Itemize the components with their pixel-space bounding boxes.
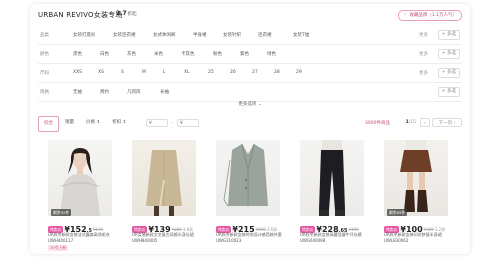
price-line: 特卖价 ¥100¥3093.2折 xyxy=(384,219,456,234)
filter-multi-select-button[interactable]: + 多选 xyxy=(437,49,460,59)
heart-icon: ♡ xyxy=(403,13,408,18)
filter-option[interactable]: 25 xyxy=(208,70,214,75)
filter-label: 品类 xyxy=(40,33,49,38)
stock-badge: 剩余92件 xyxy=(51,209,72,216)
filter-option[interactable]: XXS xyxy=(73,70,82,75)
filter-option[interactable]: 长袖 xyxy=(160,89,169,95)
product-image[interactable] xyxy=(48,140,112,216)
favorite-brand-label: 收藏品牌（1.1万人气） xyxy=(409,13,457,18)
price-line: 特卖价 ¥152.5¥179 xyxy=(48,219,120,234)
brand-sale-panel: URBAN REVIVO女装专场 2.7折起 ♡ 收藏品牌（1.1万人气） 品类 … xyxy=(30,4,470,254)
filter-option[interactable]: 27 xyxy=(252,70,258,75)
filter-option[interactable]: 女装连衣裙 xyxy=(113,32,136,38)
brand-header: URBAN REVIVO女装专场 2.7折起 ♡ 收藏品牌（1.1万人气） xyxy=(38,10,462,24)
discount-unit: 折起 xyxy=(127,12,137,17)
price-line: 特卖价 ¥139¥2894.8折 xyxy=(132,219,204,234)
filter-option[interactable]: 灰色 xyxy=(127,51,136,57)
filter-option[interactable]: 简约 xyxy=(100,89,109,95)
filter-option[interactable]: L xyxy=(163,70,166,75)
product-title[interactable]: UR秋冬新款女装法式露肩高领毛衣UWH440117 xyxy=(48,232,114,243)
filter-label: 风格 xyxy=(40,90,49,95)
brand-title: URBAN REVIVO女装专场 xyxy=(38,11,123,19)
discount-badge: 2.7折起 xyxy=(116,10,137,17)
sort-tabs: 综合 销量 价格 ↕ 折扣 ↕ xyxy=(38,116,132,132)
filter-option[interactable]: 女式休闲裤 xyxy=(153,32,176,38)
filter-option[interactable]: 女装针织 xyxy=(223,32,241,38)
page-total: /15 xyxy=(408,120,416,125)
filter-option[interactable]: M xyxy=(142,70,146,75)
product-image[interactable] xyxy=(300,140,364,216)
result-count: 3000件商品 xyxy=(365,121,390,126)
product-title[interactable]: UR秋冬新款女装时尚设计感西装外套UWG310023 xyxy=(216,232,282,243)
product-title[interactable]: UR女装新款文艺复古风格半身长裙UWH840005 xyxy=(132,232,198,243)
product-title[interactable]: UR秋冬新款女装印花拼接半身裙UWL830062 xyxy=(384,232,450,243)
product-image[interactable] xyxy=(216,140,280,216)
filter-label: 颜色 xyxy=(40,52,49,57)
filter-row-size: 尺码 XXS XS S M L XL 25 26 27 28 29 更多 + 多… xyxy=(38,64,462,83)
price-range-separator: - xyxy=(171,121,173,126)
filter-option[interactable]: 绿色 xyxy=(267,51,276,57)
filter-option[interactable]: 紫色 xyxy=(240,51,249,57)
filter-option[interactable]: S xyxy=(121,70,124,75)
filter-option[interactable]: 女装打底衫 xyxy=(73,32,96,38)
filter-multi-select-button[interactable]: + 多选 xyxy=(437,30,460,40)
filter-multi-select-button[interactable]: + 多选 xyxy=(437,87,460,97)
more-options-toggle[interactable]: 更多选项 ⌄ xyxy=(30,101,470,107)
filter-option[interactable]: 黑色 xyxy=(73,51,82,57)
discount-value: 2.7 xyxy=(116,10,127,17)
filter-option[interactable]: 女装T恤 xyxy=(293,32,309,38)
filter-row-style: 风格 无袖 简约 几何风 长袖 + 多选 xyxy=(38,83,462,102)
filter-more-button[interactable]: 更多 xyxy=(419,51,428,57)
sort-bar: 综合 销量 价格 ↕ 折扣 ↕ ¥ - ¥ 3000件商品 1/15 ‹ 下一页… xyxy=(38,116,462,132)
product-card[interactable]: 剩余92件 特卖价 ¥152.5¥179 UR秋冬新款女装法式露肩高领毛衣UWH4… xyxy=(44,138,116,252)
favorite-brand-button[interactable]: ♡ 收藏品牌（1.1万人气） xyxy=(398,10,462,21)
filter-option[interactable]: 半身裙 xyxy=(193,32,207,38)
product-card[interactable]: 特卖价 ¥139¥2894.8折 UR女装新款文艺复古风格半身长裙UWH84000… xyxy=(128,138,200,252)
sort-tab-comprehensive[interactable]: 综合 xyxy=(38,116,59,132)
filter-more-button[interactable]: 更多 xyxy=(419,32,428,38)
filter-option[interactable]: 26 xyxy=(230,70,236,75)
filter-label: 尺码 xyxy=(40,71,49,76)
product-card[interactable]: 特卖价 ¥228.65¥399 UR秋冬新款女装高腰显瘦牛仔长裤UWG640098 xyxy=(296,138,368,252)
product-card[interactable]: 特卖价 ¥215¥5993.6折 UR秋冬新款女装时尚设计感西装外套UWG3100… xyxy=(212,138,284,252)
filter-option[interactable]: 卡其色 xyxy=(181,51,195,57)
filter-option[interactable]: 29 xyxy=(296,70,302,75)
sort-tab-discount[interactable]: 折扣 ↕ xyxy=(106,116,132,130)
product-card[interactable]: 剩余65件 特卖价 ¥100¥3093.2折 UR秋冬新款女装印花拼接半身裙UWL… xyxy=(380,138,452,252)
next-page-button[interactable]: 下一页 › xyxy=(432,118,462,127)
filter-row-color: 颜色 黑色 白色 灰色 米色 卡其色 粉色 紫色 绿色 更多 + 多选 xyxy=(38,45,462,64)
filter-option[interactable]: 白色 xyxy=(100,51,109,57)
filter-multi-select-button[interactable]: + 多选 xyxy=(437,68,460,78)
new-arrival-chip: 29号上新 xyxy=(48,245,69,251)
price-line: 特卖价 ¥228.65¥399 xyxy=(300,219,372,234)
filter-option[interactable]: XS xyxy=(98,70,104,75)
filter-option[interactable]: 连衣裙 xyxy=(258,32,272,38)
product-image[interactable] xyxy=(132,140,196,216)
filter-option[interactable]: 无袖 xyxy=(73,89,82,95)
filter-option[interactable]: 28 xyxy=(274,70,280,75)
sort-tab-sales[interactable]: 销量 xyxy=(59,116,80,130)
price-min-input[interactable]: ¥ xyxy=(146,119,168,127)
filter-more-button[interactable]: 更多 xyxy=(419,70,428,76)
page-indicator: 1/15 xyxy=(406,120,416,125)
filter-option[interactable]: XL xyxy=(184,70,190,75)
filter-row-category: 品类 女装打底衫 女装连衣裙 女式休闲裤 半身裙 女装针织 连衣裙 女装T恤 更… xyxy=(38,26,462,45)
product-title[interactable]: UR秋冬新款女装高腰显瘦牛仔长裤UWG640098 xyxy=(300,232,366,243)
prev-page-button[interactable]: ‹ xyxy=(420,118,430,127)
filter-option[interactable]: 几何风 xyxy=(127,89,141,95)
stock-badge: 剩余65件 xyxy=(387,209,408,216)
product-grid: 剩余92件 特卖价 ¥152.5¥179 UR秋冬新款女装法式露肩高领毛衣UWH4… xyxy=(38,138,462,252)
filter-option[interactable]: 粉色 xyxy=(213,51,222,57)
price-max-input[interactable]: ¥ xyxy=(177,119,199,127)
product-image[interactable] xyxy=(384,140,448,216)
filter-option[interactable]: 米色 xyxy=(154,51,163,57)
filter-panel: 品类 女装打底衫 女装连衣裙 女式休闲裤 半身裙 女装针织 连衣裙 女装T恤 更… xyxy=(38,26,462,102)
sort-tab-price[interactable]: 价格 ↕ xyxy=(80,116,106,130)
price-line: 特卖价 ¥215¥5993.6折 xyxy=(216,219,288,234)
